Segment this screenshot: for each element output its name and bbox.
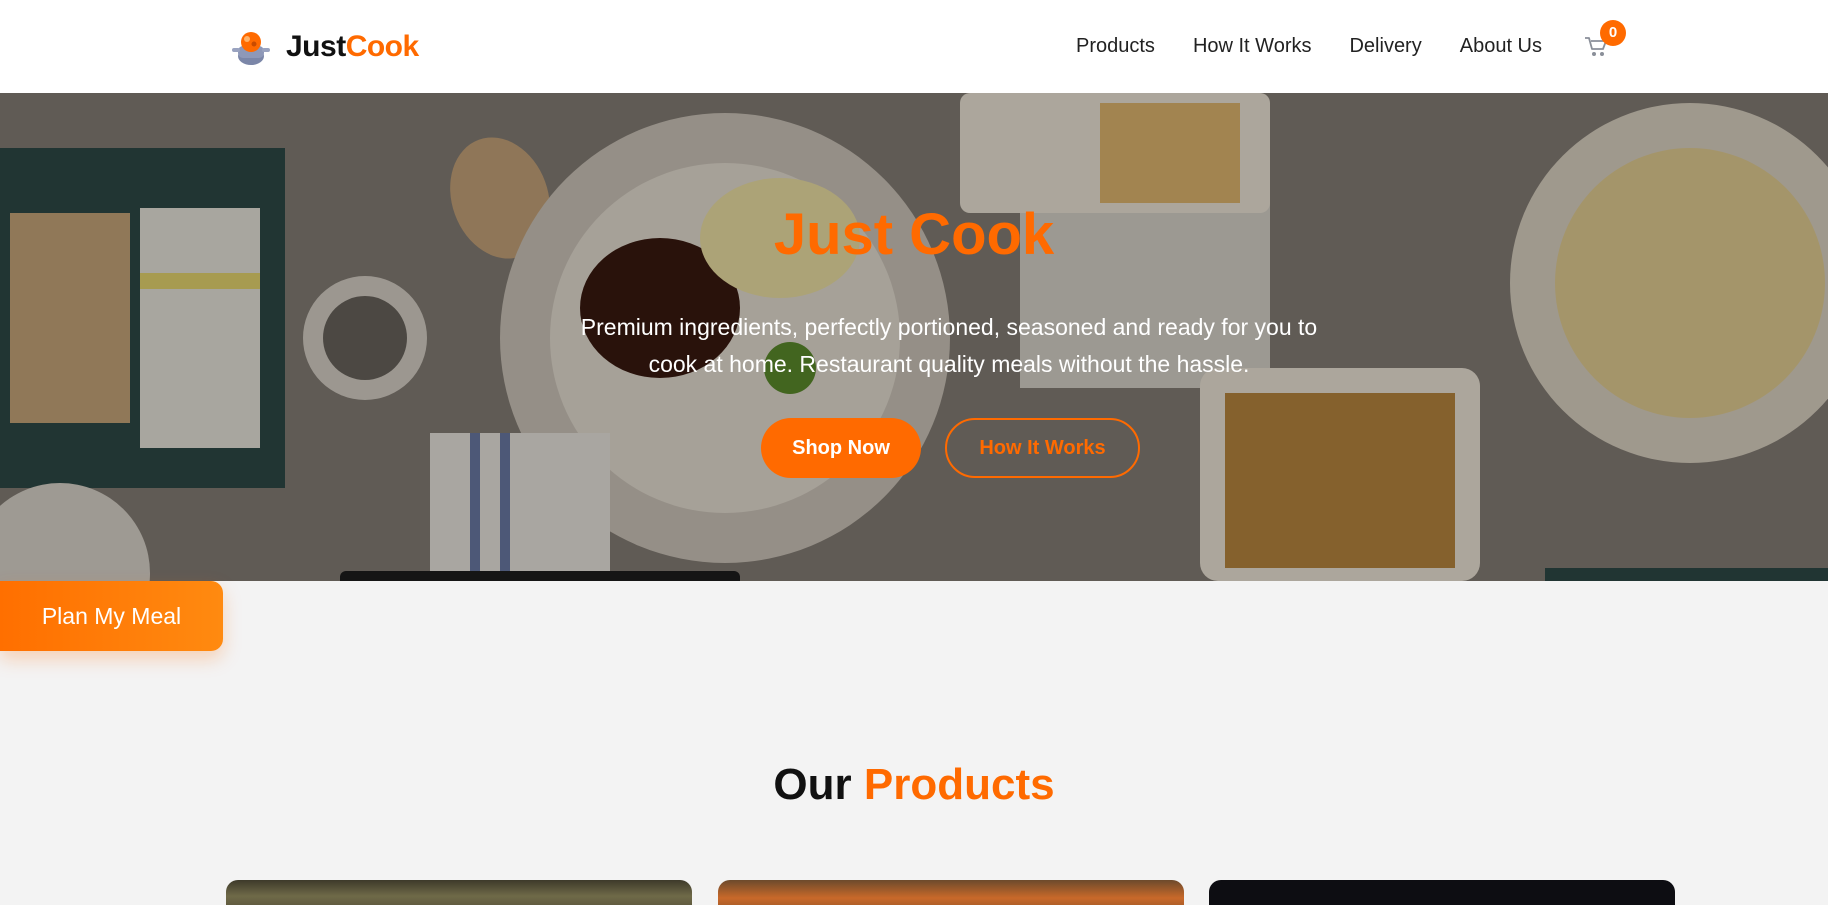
main-nav: Products How It Works Delivery About Us …	[1038, 0, 1626, 93]
hero-title: Just Cook	[773, 202, 1055, 267]
brand-logo[interactable]: JustCook	[230, 24, 419, 70]
cooking-pot-icon	[232, 32, 270, 65]
plan-my-meal-button[interactable]: Plan My Meal	[0, 581, 223, 651]
product-card[interactable]	[1209, 880, 1675, 905]
hero-content: Just Cook Premium ingredients, perfectly…	[0, 93, 1828, 581]
nav-delivery[interactable]: Delivery	[1349, 35, 1421, 58]
product-card[interactable]	[226, 880, 692, 905]
hero-subtitle: Premium ingredients, perfectly portioned…	[580, 314, 1318, 377]
products-title-part2: Products	[863, 760, 1055, 809]
how-it-works-button[interactable]: How It Works	[945, 418, 1140, 478]
brand-name-part2: Cook	[345, 30, 420, 63]
site-header: JustCook Products How It Works Delivery …	[0, 0, 1828, 93]
brand-name-part1: Just	[286, 30, 346, 63]
products-title-part1: Our	[773, 760, 852, 809]
product-card[interactable]	[718, 880, 1184, 905]
shop-now-button[interactable]: Shop Now	[761, 418, 921, 478]
nav-about-us[interactable]: About Us	[1460, 35, 1542, 58]
brand-name: JustCook	[286, 30, 419, 64]
products-section-title: Our Products	[0, 760, 1828, 810]
cart-button[interactable]: 0	[1582, 19, 1626, 62]
hero-banner: Just Cook Premium ingredients, perfectly…	[0, 93, 1828, 581]
nav-how-it-works[interactable]: How It Works	[1193, 35, 1312, 58]
nav-products[interactable]: Products	[1076, 35, 1155, 58]
cart-count-badge: 0	[1600, 19, 1626, 46]
